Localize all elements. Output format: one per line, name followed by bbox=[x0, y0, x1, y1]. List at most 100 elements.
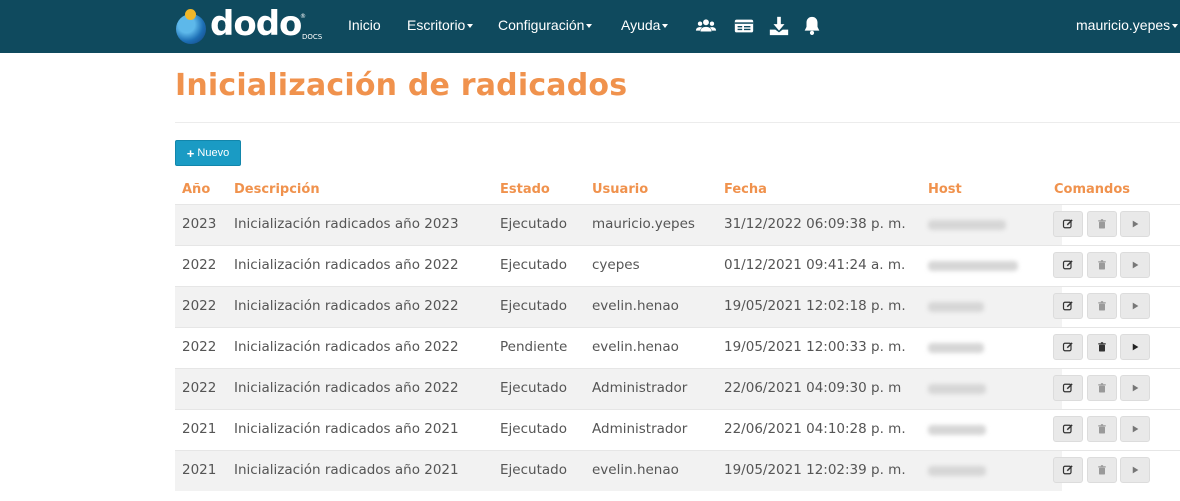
cell-descripcion: Inicialización radicados año 2022 bbox=[234, 298, 459, 314]
header-estado: Estado bbox=[500, 182, 550, 197]
trash-button[interactable] bbox=[1087, 211, 1117, 237]
nav-inicio[interactable]: Inicio bbox=[348, 17, 381, 33]
trash-icon bbox=[1096, 464, 1108, 476]
cell-anio: 2023 bbox=[182, 216, 217, 232]
trash-button[interactable] bbox=[1087, 334, 1117, 360]
trash-button[interactable] bbox=[1087, 416, 1117, 442]
cell-fecha: 01/12/2021 09:41:24 a. m. bbox=[724, 257, 906, 273]
play-icon bbox=[1129, 300, 1141, 312]
cell-usuario: Administrador bbox=[592, 380, 688, 396]
chevron-down-icon bbox=[467, 24, 474, 29]
header-comandos: Comandos bbox=[1054, 182, 1131, 197]
cell-anio: 2022 bbox=[182, 339, 217, 355]
trash-icon bbox=[1096, 300, 1108, 312]
edit-button[interactable] bbox=[1053, 252, 1083, 278]
page-title: Inicialización de radicados bbox=[175, 68, 628, 103]
play-button[interactable] bbox=[1120, 293, 1150, 319]
cell-estado: Pendiente bbox=[500, 339, 568, 355]
play-button[interactable] bbox=[1120, 252, 1150, 278]
host-redacted bbox=[928, 425, 986, 435]
edit-icon bbox=[1062, 464, 1074, 476]
table-row: 2022 Inicialización radicados año 2022 Eje… bbox=[175, 286, 1180, 327]
cell-usuario: evelin.henao bbox=[592, 339, 679, 355]
new-button[interactable]: + Nuevo bbox=[175, 140, 241, 166]
chevron-down-icon bbox=[662, 24, 669, 29]
edit-button[interactable] bbox=[1053, 211, 1083, 237]
play-button[interactable] bbox=[1120, 375, 1150, 401]
host-redacted bbox=[928, 466, 986, 476]
cell-fecha: 19/05/2021 12:02:39 p. m. bbox=[724, 462, 906, 478]
trash-button[interactable] bbox=[1087, 252, 1117, 278]
trash-button[interactable] bbox=[1087, 375, 1117, 401]
cell-descripcion: Inicialización radicados año 2023 bbox=[234, 216, 459, 232]
cell-descripcion: Inicialización radicados año 2021 bbox=[234, 421, 459, 437]
host-redacted bbox=[928, 261, 1018, 271]
users-icon[interactable] bbox=[695, 15, 717, 37]
edit-button[interactable] bbox=[1053, 334, 1083, 360]
play-icon bbox=[1129, 423, 1141, 435]
edit-button[interactable] bbox=[1053, 457, 1083, 483]
play-icon bbox=[1129, 259, 1141, 271]
bell-icon[interactable] bbox=[801, 15, 823, 37]
user-menu[interactable]: mauricio.yepes bbox=[1076, 17, 1179, 33]
cell-usuario: mauricio.yepes bbox=[592, 216, 695, 232]
nav-escritorio[interactable]: Escritorio bbox=[407, 17, 474, 33]
edit-icon bbox=[1062, 300, 1074, 312]
edit-icon bbox=[1062, 259, 1074, 271]
cell-anio: 2021 bbox=[182, 462, 217, 478]
nav-inicio-label: Inicio bbox=[348, 17, 381, 33]
trash-icon bbox=[1096, 218, 1108, 230]
nav-ayuda-label: Ayuda bbox=[621, 17, 661, 33]
play-button[interactable] bbox=[1120, 334, 1150, 360]
cell-anio: 2022 bbox=[182, 380, 217, 396]
cell-estado: Ejecutado bbox=[500, 257, 567, 273]
trash-button[interactable] bbox=[1087, 293, 1117, 319]
cell-anio: 2021 bbox=[182, 421, 217, 437]
cell-estado: Ejecutado bbox=[500, 421, 567, 437]
edit-icon bbox=[1062, 423, 1074, 435]
cell-anio: 2022 bbox=[182, 257, 217, 273]
trash-button[interactable] bbox=[1087, 457, 1117, 483]
nav-configuracion[interactable]: Configuración bbox=[498, 17, 593, 33]
download-icon[interactable] bbox=[768, 15, 790, 37]
logo-ball-icon bbox=[176, 9, 206, 44]
edit-button[interactable] bbox=[1053, 375, 1083, 401]
trash-icon bbox=[1096, 423, 1108, 435]
cell-usuario: cyepes bbox=[592, 257, 640, 273]
id-card-icon[interactable] bbox=[733, 15, 755, 37]
cell-fecha: 22/06/2021 04:10:28 p. m. bbox=[724, 421, 906, 437]
trash-icon bbox=[1096, 382, 1108, 394]
top-navbar: dodo ® DOCS Inicio Escritorio Configurac… bbox=[0, 0, 1180, 53]
host-redacted bbox=[928, 343, 984, 353]
cell-descripcion: Inicialización radicados año 2022 bbox=[234, 339, 459, 355]
header-host: Host bbox=[928, 182, 962, 197]
cell-estado: Ejecutado bbox=[500, 462, 567, 478]
edit-icon bbox=[1062, 218, 1074, 230]
plus-icon: + bbox=[186, 145, 195, 161]
play-icon bbox=[1129, 341, 1141, 353]
dodo-logo[interactable]: dodo ® DOCS bbox=[176, 4, 326, 48]
cell-usuario: evelin.henao bbox=[592, 462, 679, 478]
header-descripcion: Descripción bbox=[234, 182, 320, 197]
play-button[interactable] bbox=[1120, 211, 1150, 237]
header-fecha: Fecha bbox=[724, 182, 767, 197]
edit-icon bbox=[1062, 341, 1074, 353]
header-usuario: Usuario bbox=[592, 182, 649, 197]
edit-button[interactable] bbox=[1053, 293, 1083, 319]
cell-anio: 2022 bbox=[182, 298, 217, 314]
table-row: 2022 Inicialización radicados año 2022 Eje… bbox=[175, 368, 1180, 409]
logo-registered-mark: ® bbox=[300, 13, 306, 20]
edit-icon bbox=[1062, 382, 1074, 394]
cell-usuario: evelin.henao bbox=[592, 298, 679, 314]
host-redacted bbox=[928, 302, 984, 312]
play-button[interactable] bbox=[1120, 457, 1150, 483]
cell-usuario: Administrador bbox=[592, 421, 688, 437]
play-button[interactable] bbox=[1120, 416, 1150, 442]
cell-descripcion: Inicialización radicados año 2021 bbox=[234, 462, 459, 478]
logo-sub: DOCS bbox=[302, 33, 323, 41]
nav-ayuda[interactable]: Ayuda bbox=[621, 17, 669, 33]
cell-estado: Ejecutado bbox=[500, 216, 567, 232]
logo-text: dodo bbox=[210, 4, 302, 44]
play-icon bbox=[1129, 218, 1141, 230]
edit-button[interactable] bbox=[1053, 416, 1083, 442]
